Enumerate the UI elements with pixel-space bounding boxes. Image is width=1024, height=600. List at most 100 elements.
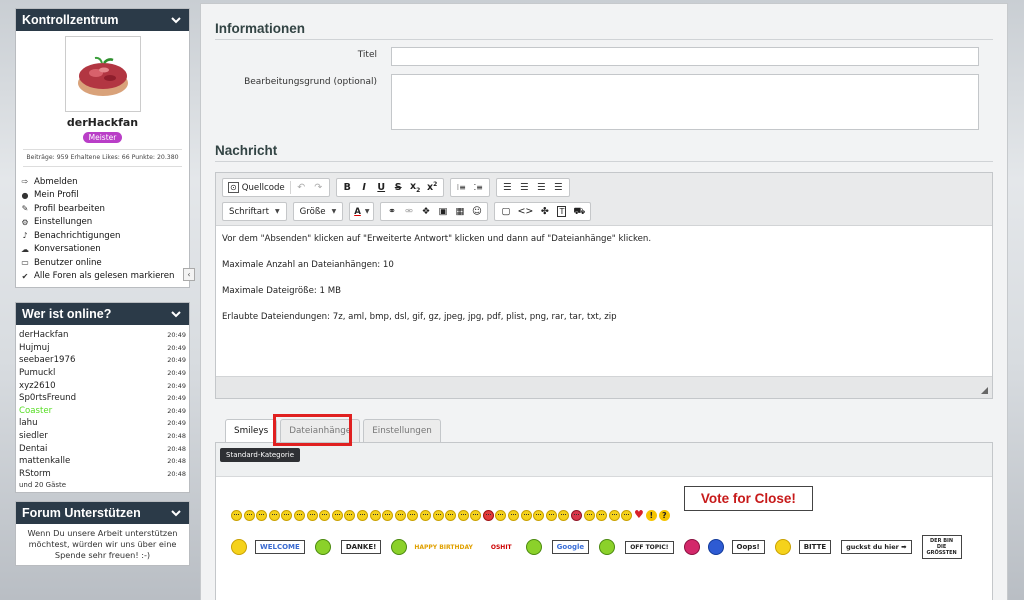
align-justify-button[interactable]: ☰	[550, 179, 567, 196]
title-input[interactable]	[391, 47, 979, 66]
sign-welcome[interactable]: WELCOME	[255, 540, 305, 554]
vote-for-close-sign[interactable]: Vote for Close!	[683, 486, 813, 511]
smiley-icon[interactable]	[391, 539, 408, 555]
smiley-icon[interactable]	[621, 510, 633, 521]
smiley-icon[interactable]	[382, 510, 394, 521]
resize-handle[interactable]	[981, 387, 988, 394]
smiley-icon[interactable]	[281, 510, 293, 521]
code-button[interactable]: <>	[514, 203, 536, 220]
tab-settings[interactable]: Einstellungen	[363, 419, 441, 442]
smiley-icon[interactable]	[306, 510, 318, 521]
support-panel-header[interactable]: Forum Unterstützen	[16, 502, 189, 525]
avatar[interactable]	[64, 36, 141, 112]
online-user-name[interactable]: siedler	[19, 431, 48, 441]
smiley-icon[interactable]	[432, 510, 444, 521]
exclamation-smiley-icon[interactable]: !	[645, 510, 657, 521]
underline-button[interactable]: U	[373, 179, 390, 196]
chevron-down-icon[interactable]	[169, 506, 183, 520]
online-user-name[interactable]: Pumuckl	[19, 368, 55, 378]
smiley-icon[interactable]	[319, 510, 331, 521]
redo-button[interactable]: ↷	[310, 179, 327, 196]
sign-guckst-du-hier[interactable]: guckst du hier ➡	[841, 540, 912, 554]
align-left-button[interactable]: ☰	[499, 179, 516, 196]
table-button[interactable]: ▦	[451, 203, 468, 220]
sign-bitte[interactable]: BITTE	[798, 540, 832, 554]
smiley-icon[interactable]	[231, 539, 247, 555]
link-button[interactable]: ⚭	[383, 203, 400, 220]
username[interactable]: derHackfan	[20, 116, 185, 129]
smiley-button[interactable]: ☺	[468, 203, 485, 220]
reason-textarea[interactable]	[391, 74, 979, 130]
smiley-icon[interactable]	[683, 539, 700, 555]
smiley-icon[interactable]	[394, 510, 406, 521]
smiley-icon[interactable]	[344, 510, 356, 521]
chevron-down-icon[interactable]	[169, 13, 183, 27]
sign-danke[interactable]: DANKE!	[340, 540, 382, 554]
tab-attachments[interactable]: Dateianhänge	[280, 419, 361, 442]
smiley-icon[interactable]	[608, 510, 620, 521]
menu-item-conversations[interactable]: ☁ Konversationen	[19, 243, 186, 257]
source-button[interactable]: ⊙ Quellcode	[225, 179, 288, 196]
bullet-list-button[interactable]: ⁚≡	[470, 179, 487, 196]
heart-icon[interactable]: ♥	[634, 508, 644, 521]
font-size-dropdown[interactable]: Größe ▼	[292, 202, 344, 221]
online-user-name[interactable]: Sp0rtsFreund	[19, 393, 76, 403]
tab-smileys[interactable]: Smileys	[225, 419, 278, 442]
undo-button[interactable]: ↶	[293, 179, 310, 196]
smiley-icon[interactable]	[445, 510, 457, 521]
smiley-icon[interactable]	[470, 510, 482, 521]
strike-button[interactable]: S	[390, 179, 407, 196]
italic-button[interactable]: I	[356, 179, 373, 196]
smiley-icon[interactable]	[407, 510, 419, 521]
online-user-name[interactable]: RStorm	[19, 469, 51, 479]
sign-off-topic[interactable]: OFF TOPIC!	[625, 540, 674, 554]
smiley-icon[interactable]	[331, 510, 343, 521]
smiley-icon[interactable]	[457, 510, 469, 521]
online-user-name[interactable]: xyz2610	[19, 381, 56, 391]
control-panel-header[interactable]: Kontrollzentrum	[16, 9, 189, 31]
ordered-list-button[interactable]: ⁝≡	[453, 179, 470, 196]
php-button[interactable]: ✤	[536, 203, 553, 220]
unlink-button[interactable]: ⚮	[400, 203, 417, 220]
smiley-icon[interactable]	[293, 510, 305, 521]
image-button[interactable]: ▣	[434, 203, 451, 220]
smiley-icon[interactable]	[256, 510, 268, 521]
smiley-icon[interactable]	[571, 510, 583, 521]
online-user-name[interactable]: mattenkalle	[19, 456, 70, 466]
chevron-down-icon[interactable]	[169, 307, 183, 321]
menu-item-mark-read[interactable]: ✔ Alle Foren als gelesen markieren	[19, 270, 186, 284]
smiley-icon[interactable]	[243, 510, 255, 521]
quote-button[interactable]: ▢	[497, 203, 514, 220]
online-user-name[interactable]: derHackfan	[19, 330, 68, 340]
online-user-name[interactable]: seebaer1976	[19, 355, 75, 365]
smiley-icon[interactable]	[495, 510, 507, 521]
online-user-name[interactable]: lahu	[19, 418, 38, 428]
sign-oops[interactable]: Oops!	[731, 540, 765, 554]
text-color-dropdown[interactable]: A ▼	[349, 202, 375, 221]
smiley-icon[interactable]	[525, 539, 542, 555]
smiley-icon[interactable]	[508, 510, 520, 521]
smiley-icon[interactable]	[545, 510, 557, 521]
sign-oshit[interactable]: OSHIT	[486, 541, 516, 553]
superscript-button[interactable]: x2	[424, 179, 441, 196]
online-user-name[interactable]: Hujmuj	[19, 343, 50, 353]
smiley-icon[interactable]	[482, 510, 494, 521]
sign-birthday[interactable]: HAPPY BIRTHDAY	[410, 541, 477, 553]
font-family-dropdown[interactable]: Schriftart ▼	[222, 202, 287, 221]
dropbox-button[interactable]: ❖	[417, 203, 434, 220]
menu-item-profile[interactable]: ● Mein Profil	[19, 189, 186, 203]
bold-button[interactable]: B	[339, 179, 356, 196]
smiley-icon[interactable]	[419, 510, 431, 521]
smiley-icon[interactable]	[369, 510, 381, 521]
shopping-cart-button[interactable]: ⛟	[570, 203, 588, 220]
menu-item-edit-profile[interactable]: ✎ Profil bearbeiten	[19, 202, 186, 216]
smiley-icon[interactable]	[356, 510, 368, 521]
align-center-button[interactable]: ☰	[516, 179, 533, 196]
online-user-name[interactable]: Coaster	[19, 406, 52, 416]
smiley-icon[interactable]	[314, 539, 331, 555]
menu-item-logout[interactable]: ⇨ Abmelden	[19, 175, 186, 189]
online-user-name[interactable]: Dentai	[19, 444, 47, 454]
smiley-icon[interactable]	[774, 539, 791, 555]
sidebar-collapse-button[interactable]: ‹	[183, 268, 195, 281]
smiley-icon[interactable]	[268, 510, 280, 521]
